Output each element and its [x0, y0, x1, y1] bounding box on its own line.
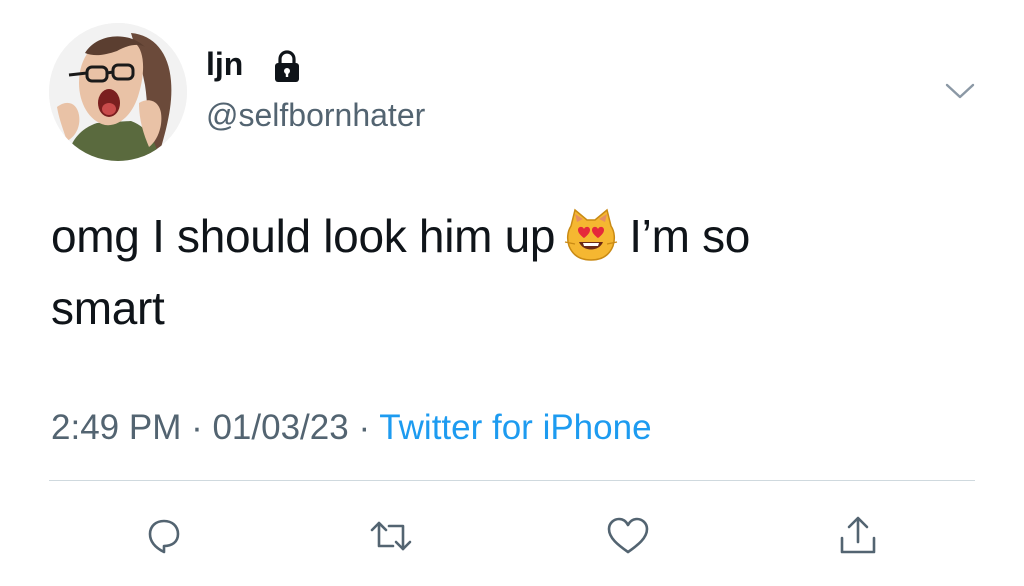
tweet-source-link[interactable]: Twitter for iPhone: [379, 408, 651, 447]
reply-button[interactable]: [140, 512, 188, 560]
tweet-card: ljn @selfbornhater omg I should look him…: [0, 0, 1024, 586]
retweet-icon: [370, 521, 412, 551]
retweet-button[interactable]: [367, 512, 415, 560]
divider: [49, 480, 975, 481]
meta-separator-2: ·: [348, 408, 380, 447]
tweet-date[interactable]: 01/03/23: [212, 408, 348, 447]
meta-separator: ·: [181, 408, 213, 447]
user-handle[interactable]: @selfbornhater: [206, 95, 425, 135]
like-button[interactable]: [604, 512, 652, 560]
avatar[interactable]: [49, 23, 187, 161]
tweet-meta: 2:49 PM · 01/03/23 · Twitter for iPhone: [51, 406, 652, 450]
tweet-text-line-1: omg I should look him up I’m so: [51, 200, 951, 272]
chevron-down-icon[interactable]: [944, 80, 976, 102]
share-icon: [840, 516, 876, 554]
share-button[interactable]: [834, 512, 882, 560]
tweet-text-line-2: smart: [51, 282, 165, 334]
tweet-text-after-emoji: I’m so: [629, 210, 751, 262]
lock-icon: [275, 50, 299, 82]
anime-avatar-icon: [49, 23, 187, 161]
reply-icon: [148, 519, 180, 554]
heart-icon: [607, 517, 649, 554]
display-name[interactable]: ljn: [206, 44, 243, 84]
tweet-time[interactable]: 2:49 PM: [51, 408, 181, 447]
smiling-cat-heart-eyes-emoji-icon: [565, 208, 618, 261]
tweet-text: omg I should look him up I’m so smart: [51, 200, 951, 344]
tweet-text-before-emoji: omg I should look him up: [51, 210, 556, 262]
